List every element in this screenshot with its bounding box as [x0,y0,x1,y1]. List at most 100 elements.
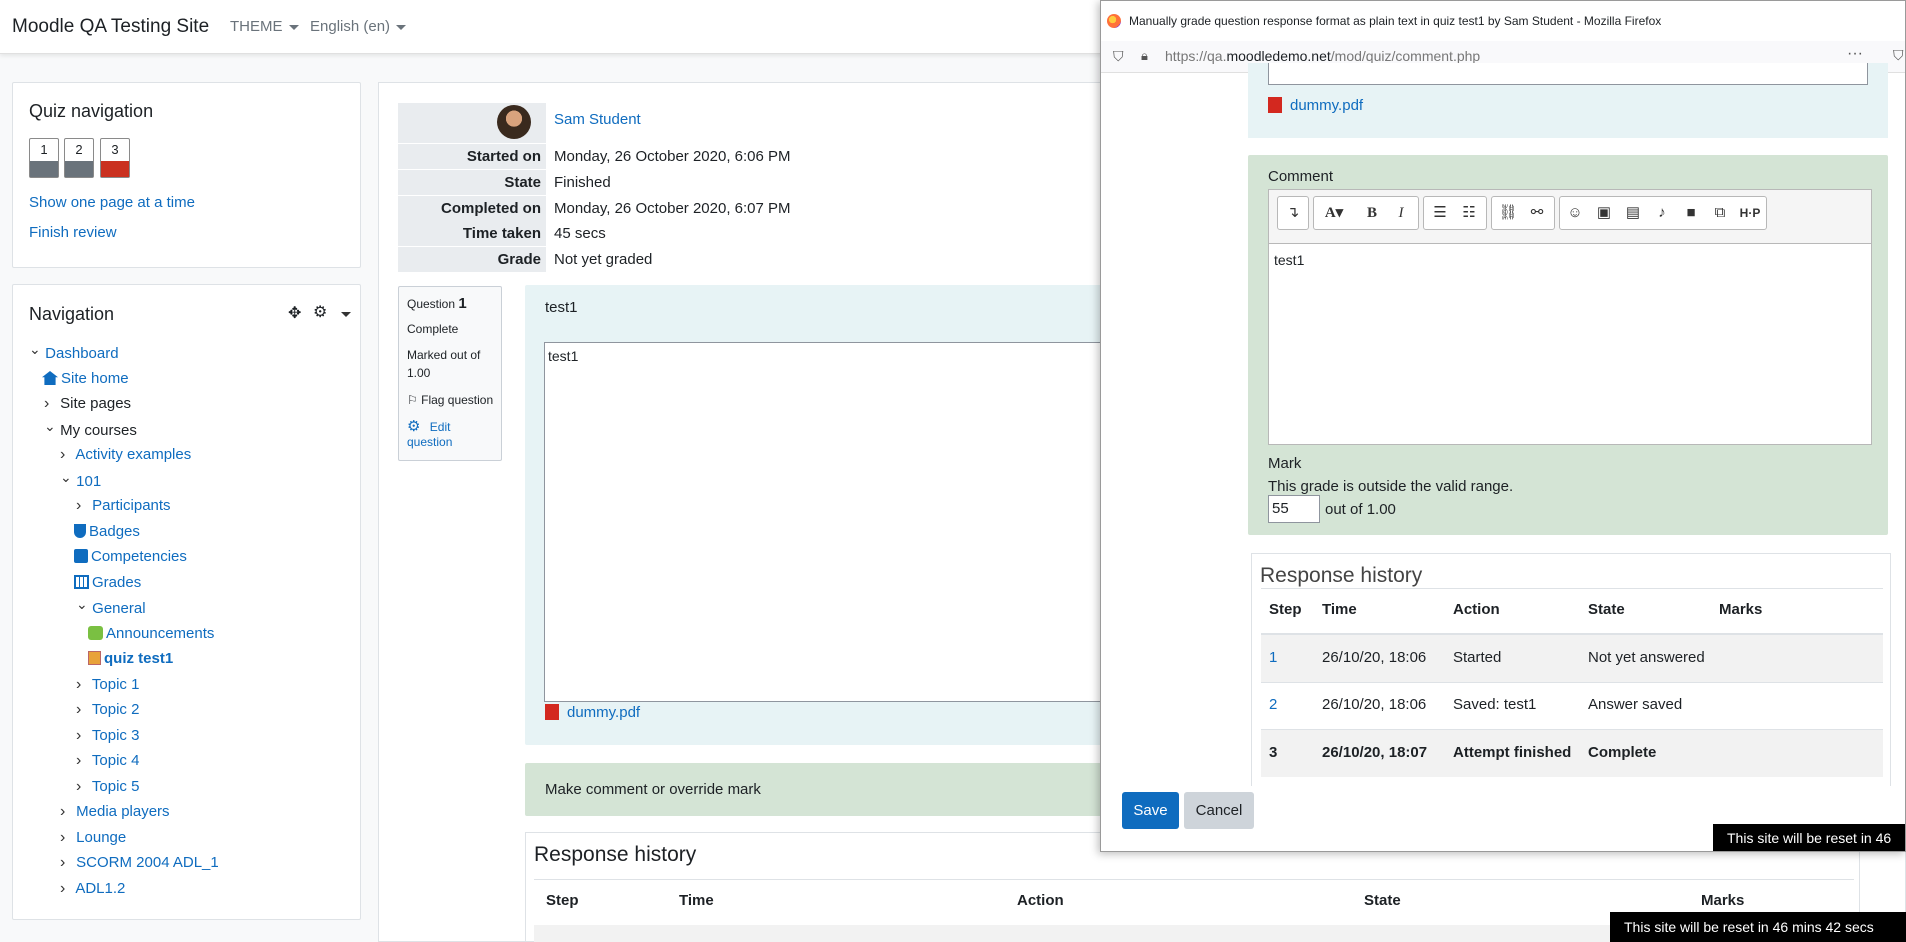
quiz-nav-button-2[interactable]: 2 [64,138,94,178]
flag-question-button[interactable]: ⚐ Flag question [407,393,493,407]
nav-item-topic-5[interactable]: Topic 5 [76,777,140,797]
video-icon[interactable]: ■ [1681,204,1701,222]
quiz-nav-button-3[interactable]: 3 [100,138,130,178]
numbered-list-icon[interactable]: ☷ [1459,204,1479,222]
cancel-button[interactable]: Cancel [1184,792,1254,829]
table-cell: Answer saved [1588,696,1683,713]
move-icon[interactable]: ✥ [288,303,301,323]
nav-item-media-players[interactable]: Media players [60,802,170,822]
collapse-icon[interactable]: ↴ [1283,204,1303,222]
nav-button-label: 3 [111,142,119,157]
h5p-icon[interactable]: H·P [1736,204,1764,222]
nav-item-participants[interactable]: Participants [76,496,170,516]
nav-item-topic-4[interactable]: Topic 4 [76,751,140,771]
nav-item-topic-1[interactable]: Topic 1 [76,675,140,697]
attachment-name: dummy.pdf [567,704,641,721]
nav-item-site-pages[interactable]: Site pages [44,394,131,414]
nav-item-announcements[interactable]: Announcements [88,624,214,644]
nav-item-competencies[interactable]: Competencies [74,547,187,567]
attachment-link[interactable]: dummy.pdf [1268,97,1363,114]
chevron-right-icon [76,675,88,697]
nav-label: Media players [76,803,170,820]
shield-icon[interactable]: ⛉ [1113,48,1124,65]
step-link[interactable]: 1 [1269,649,1277,666]
show-one-page-link[interactable]: Show one page at a time [29,194,195,211]
nav-label: Activity examples [75,446,192,463]
edit-question-link[interactable]: ⚙ Edit [407,417,450,435]
nav-item-topic-2[interactable]: Topic 2 [76,700,140,722]
unlink-icon[interactable]: ⚯ [1527,204,1547,222]
nav-item-dashboard[interactable]: Dashboard [29,343,118,363]
manage-files-icon[interactable]: ⧉ [1710,204,1730,222]
nav-label: 101 [76,473,102,490]
nav-item-lounge[interactable]: Lounge [60,828,126,848]
make-comment-link[interactable]: Make comment or override mark [545,781,761,798]
link-icon[interactable]: ⛓ [1498,204,1518,222]
response-text-bottom [1268,63,1868,85]
nav-item-grades[interactable]: Grades [74,573,141,593]
pdf-icon [545,704,559,720]
firefox-icon [1107,14,1121,28]
font-style-icon[interactable]: A▾ [1318,204,1350,222]
table-cell: Saved: test1 [1453,696,1537,713]
nav-item-adl12[interactable]: ADL1.2 [60,879,125,899]
bold-icon[interactable]: B [1362,204,1382,222]
question-number-value: 1 [458,295,467,312]
column-header: Step [546,892,579,909]
forum-icon [88,626,103,640]
italic-icon[interactable]: I [1391,204,1411,222]
theme-dropdown[interactable]: THEME [230,18,299,35]
edit-question-link-line2[interactable]: question [407,435,452,449]
nav-item-site-home[interactable]: Site home [42,369,129,389]
url-prefix: https://qa. [1165,48,1227,64]
media-icon[interactable]: ▤ [1623,204,1643,222]
step-link[interactable]: 2 [1269,696,1277,713]
quiz-nav-button-1[interactable]: 1 [29,138,59,178]
caret-down-icon[interactable] [341,312,351,317]
quiz-icon [88,651,101,665]
nav-item-badges[interactable]: Badges [74,522,140,542]
block-title: Quiz navigation [29,101,154,121]
image-icon[interactable]: ▣ [1594,204,1614,222]
block-title: Navigation [29,304,115,324]
user-link[interactable]: Sam Student [554,107,641,132]
nav-label: ADL1.2 [75,880,126,897]
language-dropdown[interactable]: English (en) [310,18,407,35]
attachment-link[interactable]: dummy.pdf [545,704,640,721]
summary-row: Completed on Monday, 26 October 2020, 6:0… [398,196,1118,221]
nav-item-quiz-test1[interactable]: quiz test1 [88,649,173,669]
nav-label: My courses [60,422,137,439]
nav-label: Topic 1 [91,676,140,693]
mark-input[interactable]: 55 [1268,495,1320,523]
chevron-right-icon [60,853,72,875]
column-header: State [1364,892,1401,909]
comment-editor[interactable]: test1 [1268,243,1872,445]
emoji-icon[interactable]: ☺ [1565,204,1585,222]
avatar[interactable] [497,105,531,139]
nav-label: SCORM 2004 ADL_1 [76,854,219,871]
gear-icon[interactable]: ⚙ [313,302,327,322]
reset-banner-popup: This site will be reset in 46 [1713,824,1905,851]
divider [1261,682,1883,683]
nav-item-scorm-2004[interactable]: SCORM 2004 ADL_1 [60,853,219,873]
finish-review-link[interactable]: Finish review [29,224,117,241]
pocket-icon[interactable]: ⛉ [1893,47,1904,64]
attachment-name: dummy.pdf [1290,97,1364,114]
nav-item-topic-3[interactable]: Topic 3 [76,726,140,746]
column-header: Time [1322,601,1357,618]
nav-item-my-courses[interactable]: My courses [44,420,137,440]
site-name[interactable]: Moodle QA Testing Site [12,16,209,38]
response-text: test1 [544,342,1144,702]
nav-item-101[interactable]: 101 [60,471,101,491]
chevron-down-icon [44,420,56,443]
bullet-list-icon[interactable]: ☰ [1430,204,1450,222]
nav-item-general[interactable]: General [76,598,145,618]
microphone-icon[interactable]: ♪ [1652,204,1672,222]
nav-label: Site home [61,370,129,387]
save-button[interactable]: Save [1122,792,1179,829]
more-options-icon[interactable]: ··· [1847,45,1863,63]
nav-item-activity-examples[interactable]: Activity examples [60,445,191,465]
summary-row: Started on Monday, 26 October 2020, 6:06 … [398,144,1118,169]
table-cell: 3 [1269,744,1278,761]
chevron-right-icon [76,700,88,722]
